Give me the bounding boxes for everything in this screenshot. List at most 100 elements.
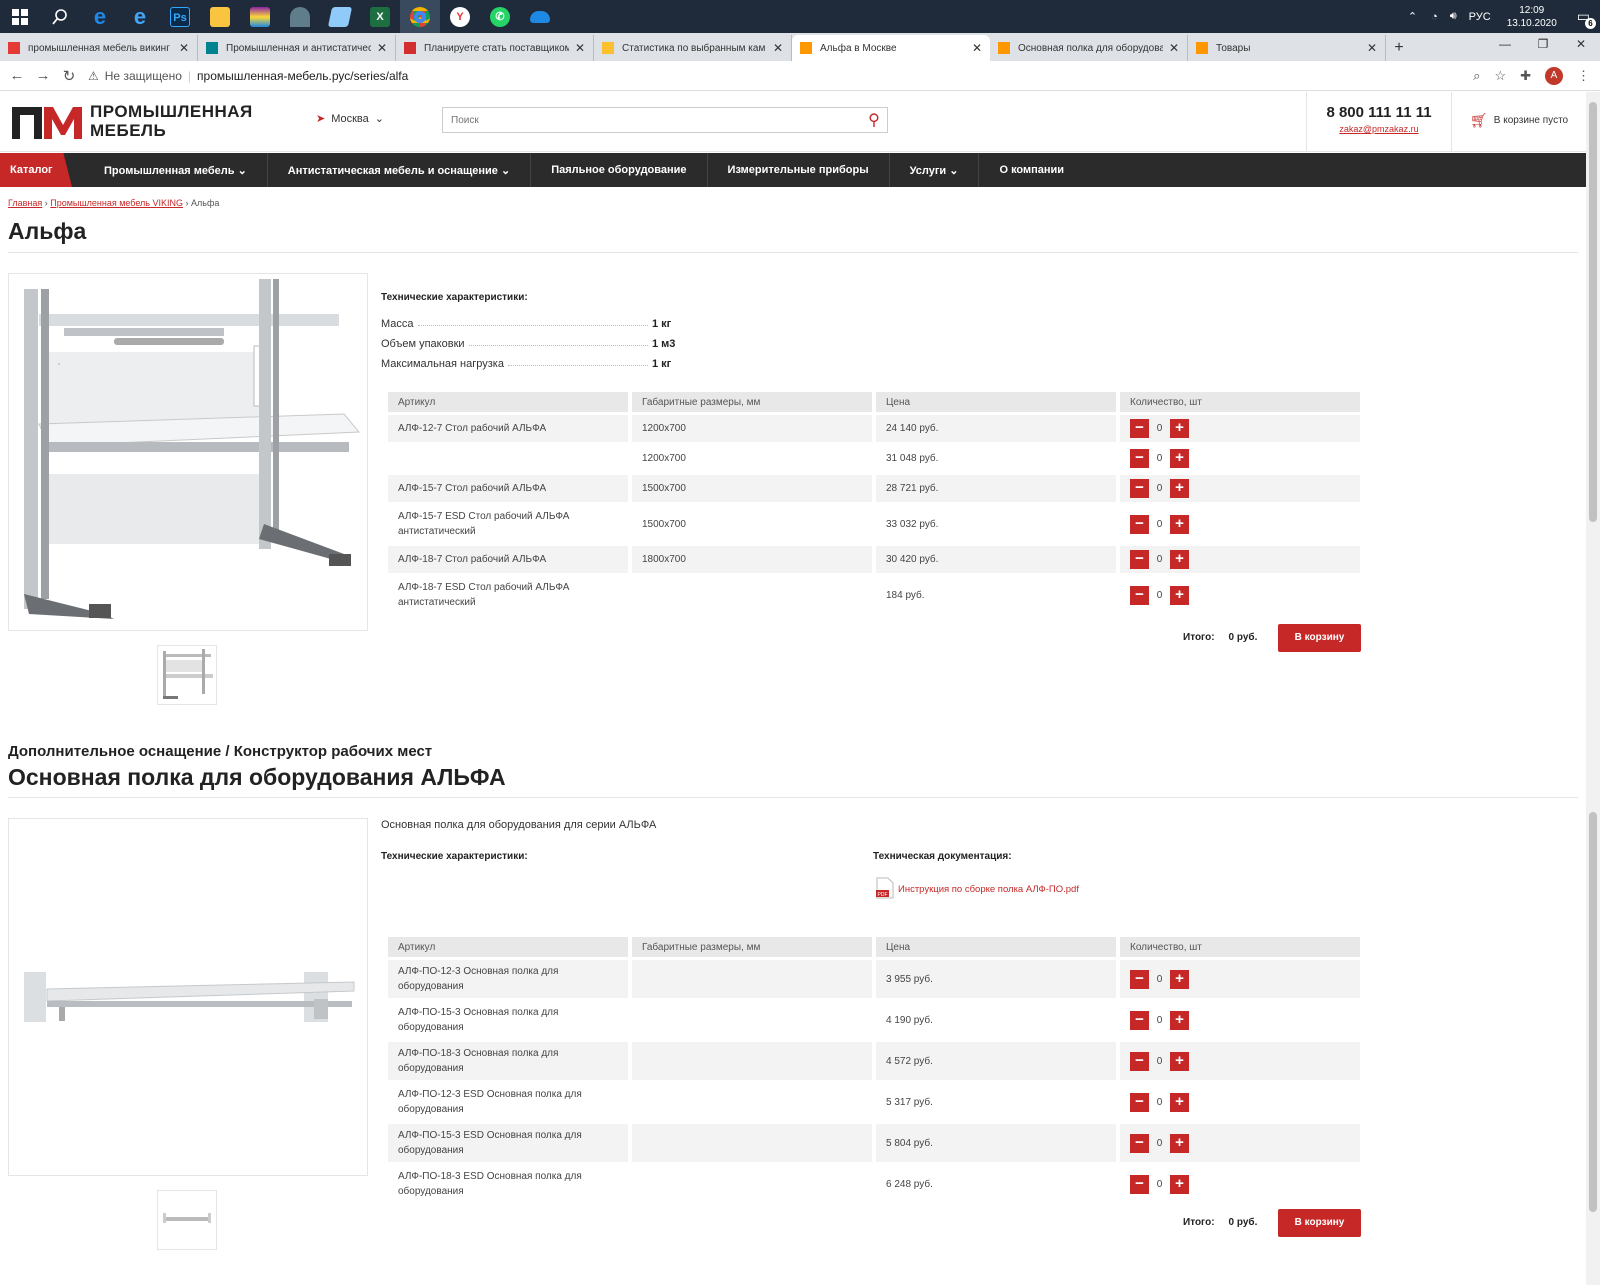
- scrollbar-thumb[interactable]: [1589, 102, 1597, 522]
- product-thumbnail[interactable]: [157, 645, 217, 705]
- increment-button[interactable]: +: [1170, 1092, 1189, 1112]
- back-icon[interactable]: ←: [4, 67, 30, 84]
- decrement-button[interactable]: −: [1130, 449, 1149, 468]
- quantity-value[interactable]: 0: [1149, 552, 1170, 567]
- winrar-icon[interactable]: [240, 0, 280, 33]
- quantity-value[interactable]: 0: [1149, 1013, 1170, 1028]
- browser-tab[interactable]: Товары ✕: [1188, 35, 1386, 61]
- increment-button[interactable]: +: [1170, 550, 1189, 569]
- bookmark-star-icon[interactable]: ☆: [1494, 68, 1506, 84]
- quantity-value[interactable]: 0: [1149, 451, 1170, 466]
- browser-tab[interactable]: промышленная мебель викинг ✕: [0, 35, 198, 61]
- forward-icon[interactable]: →: [30, 67, 56, 84]
- search-input[interactable]: [443, 114, 861, 126]
- decrement-button[interactable]: −: [1130, 514, 1149, 534]
- network-icon[interactable]: ◔: [1431, 11, 1438, 23]
- column-header[interactable]: Артикул: [388, 392, 628, 412]
- clock[interactable]: 12:09 13.10.2020: [1507, 4, 1557, 30]
- scrollbar-thumb[interactable]: [1589, 812, 1597, 1212]
- browser-tab[interactable]: Основная полка для оборудова ✕: [990, 35, 1188, 61]
- column-header[interactable]: Габаритные размеры, мм: [632, 937, 872, 957]
- close-tab-icon[interactable]: ✕: [377, 41, 387, 55]
- chevron-up-icon[interactable]: ⌃: [1408, 10, 1417, 23]
- increment-button[interactable]: +: [1170, 449, 1189, 468]
- nav-item-industrial-furniture[interactable]: Промышленная мебель ⌄: [84, 153, 268, 187]
- close-tab-icon[interactable]: ✕: [1367, 41, 1377, 55]
- decrement-button[interactable]: −: [1130, 479, 1149, 498]
- close-tab-icon[interactable]: ✕: [972, 41, 982, 55]
- increment-button[interactable]: +: [1170, 585, 1189, 605]
- decrement-button[interactable]: −: [1130, 550, 1149, 569]
- url-field[interactable]: ⚠ Не защищено | промышленная-мебель.рус/…: [88, 69, 408, 83]
- close-tab-icon[interactable]: ✕: [179, 41, 189, 55]
- edge-legacy-icon[interactable]: e: [80, 0, 120, 33]
- decrement-button[interactable]: −: [1130, 1174, 1149, 1194]
- column-header[interactable]: Габаритные размеры, мм: [632, 392, 872, 412]
- decrement-button[interactable]: −: [1130, 419, 1149, 438]
- increment-button[interactable]: +: [1170, 969, 1189, 989]
- nav-item-measuring[interactable]: Измерительные приборы: [708, 153, 890, 187]
- site-logo[interactable]: ПРОМЫШЛЕННАЯ МЕБЕЛЬ: [12, 102, 253, 140]
- decrement-button[interactable]: −: [1130, 1051, 1149, 1071]
- increment-button[interactable]: +: [1170, 1174, 1189, 1194]
- language-indicator[interactable]: РУС: [1469, 11, 1491, 23]
- pdf-doc-link[interactable]: PDF Инструкция по сборке полка АЛФ-ПО.pd…: [876, 877, 1079, 902]
- quantity-value[interactable]: 0: [1149, 588, 1170, 603]
- increment-button[interactable]: +: [1170, 1051, 1189, 1071]
- nav-item-soldering[interactable]: Паяльное оборудование: [531, 153, 708, 187]
- quantity-value[interactable]: 0: [1149, 421, 1170, 436]
- browser-tab[interactable]: Промышленная и антистатическ ✕: [198, 35, 396, 61]
- nav-catalog[interactable]: Каталог: [0, 153, 72, 187]
- decrement-button[interactable]: −: [1130, 1010, 1149, 1030]
- quantity-value[interactable]: 0: [1149, 1177, 1170, 1192]
- reload-icon[interactable]: ↻: [56, 67, 82, 85]
- email-link[interactable]: zakaz@pmzakaz.ru: [1307, 124, 1451, 134]
- explorer-icon[interactable]: [200, 0, 240, 33]
- minimize-icon[interactable]: —: [1486, 33, 1524, 55]
- increment-button[interactable]: +: [1170, 1010, 1189, 1030]
- whatsapp-icon[interactable]: ✆: [480, 0, 520, 33]
- product-image[interactable]: [8, 273, 368, 631]
- add-to-cart-button[interactable]: В корзину: [1278, 1209, 1361, 1237]
- notifications-icon[interactable]: ▭ 6: [1577, 8, 1596, 29]
- decrement-button[interactable]: −: [1130, 1092, 1149, 1112]
- browser-tab[interactable]: Статистика по выбранным кам ✕: [594, 35, 792, 61]
- browser-tab[interactable]: Планируете стать поставщиком ✕: [396, 35, 594, 61]
- extensions-icon[interactable]: ✚: [1520, 68, 1531, 84]
- browser-tab[interactable]: Альфа в Москве ✕: [792, 35, 990, 61]
- quantity-value[interactable]: 0: [1149, 517, 1170, 532]
- new-tab-button[interactable]: +: [1386, 35, 1412, 61]
- app-icon[interactable]: [280, 0, 320, 33]
- product-image[interactable]: [8, 818, 368, 1176]
- photoshop-icon[interactable]: Ps: [160, 0, 200, 33]
- close-tab-icon[interactable]: ✕: [575, 41, 585, 55]
- quantity-value[interactable]: 0: [1149, 972, 1170, 987]
- windows-icon[interactable]: [0, 0, 40, 33]
- decrement-button[interactable]: −: [1130, 1133, 1149, 1153]
- add-to-cart-button[interactable]: В корзину: [1278, 624, 1361, 652]
- quantity-value[interactable]: 0: [1149, 1136, 1170, 1151]
- nav-item-about[interactable]: О компании: [979, 153, 1084, 187]
- breadcrumb-home[interactable]: Главная: [8, 198, 42, 208]
- column-header[interactable]: Артикул: [388, 937, 628, 957]
- decrement-button[interactable]: −: [1130, 969, 1149, 989]
- zoom-icon[interactable]: ⌕: [1473, 68, 1480, 84]
- yandex-icon[interactable]: Y: [440, 0, 480, 33]
- quantity-value[interactable]: 0: [1149, 1095, 1170, 1110]
- decrement-button[interactable]: −: [1130, 585, 1149, 605]
- close-tab-icon[interactable]: ✕: [1169, 41, 1179, 55]
- profile-avatar[interactable]: A: [1545, 66, 1563, 85]
- header-cart[interactable]: 🛒︎ В корзине пусто: [1470, 112, 1568, 129]
- breadcrumb-parent[interactable]: Промышленная мебель VIKING: [50, 198, 183, 208]
- search-icon[interactable]: ⚲: [861, 110, 887, 130]
- page-scrollbar[interactable]: [1586, 92, 1600, 1285]
- quantity-value[interactable]: 0: [1149, 1054, 1170, 1069]
- nav-item-antistatic[interactable]: Антистатическая мебель и оснащение ⌄: [268, 153, 532, 187]
- nav-item-services[interactable]: Услуги ⌄: [890, 153, 980, 187]
- ie-icon[interactable]: e: [120, 0, 160, 33]
- city-selector[interactable]: ➤ Москва ⌄: [316, 112, 384, 126]
- volume-icon[interactable]: 🔊︎: [1450, 10, 1457, 23]
- restore-icon[interactable]: ❐: [1524, 33, 1562, 55]
- chrome-icon[interactable]: [400, 0, 440, 33]
- menu-icon[interactable]: ⋮: [1577, 68, 1590, 84]
